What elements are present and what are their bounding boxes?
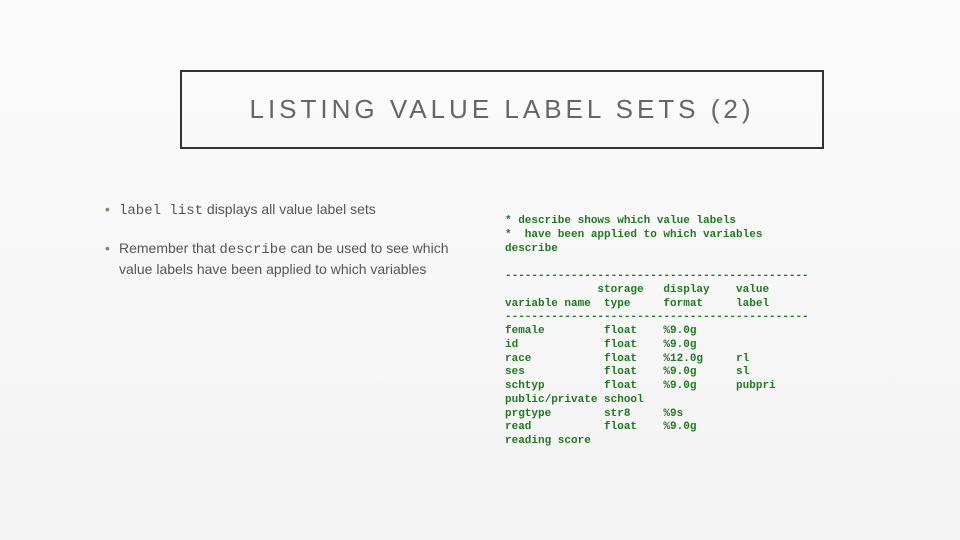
bullet-2-code: describe — [219, 242, 286, 258]
slide: LISTING VALUE LABEL SETS (2) label list … — [0, 0, 960, 540]
bullet-1: label list displays all value label sets — [105, 200, 465, 221]
slide-title: LISTING VALUE LABEL SETS (2) — [249, 94, 754, 124]
left-column: label list displays all value label sets… — [105, 200, 465, 297]
title-box: LISTING VALUE LABEL SETS (2) — [180, 70, 824, 149]
bullet-2: Remember that describe can be used to se… — [105, 239, 465, 279]
bullet-1-code: label list — [119, 203, 203, 219]
bullet-2-pre: Remember that — [119, 240, 219, 256]
stata-output: * describe shows which value labels * ha… — [505, 215, 925, 449]
right-column: * describe shows which value labels * ha… — [505, 215, 925, 449]
bullet-1-text: displays all value label sets — [203, 201, 376, 217]
